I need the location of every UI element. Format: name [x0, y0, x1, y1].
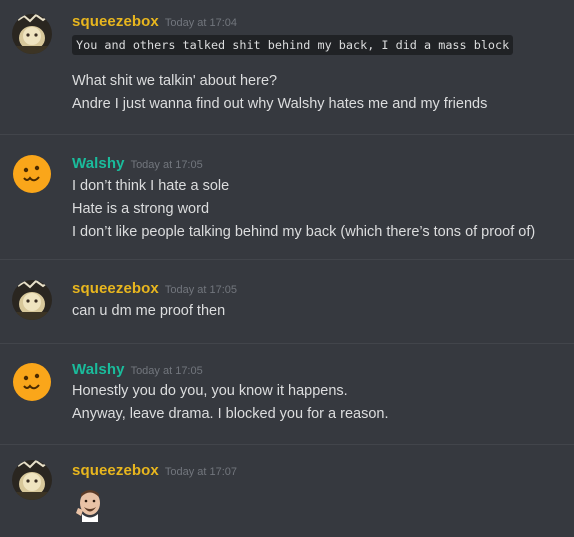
- message-group: squeezebox Today at 17:07: [0, 445, 574, 537]
- message-header: squeezebox Today at 17:04: [72, 13, 237, 31]
- message-text: I don’t like people talking behind my ba…: [72, 224, 536, 240]
- message-text: Hate is a strong word: [72, 201, 210, 217]
- message-text: can u dm me proof then: [72, 303, 226, 319]
- message-group: Walshy Today at 17:05 Honestly you do you…: [0, 344, 574, 444]
- message-group: squeezebox Today at 17:04 You and others …: [0, 0, 574, 134]
- message-header: squeezebox Today at 17:07: [72, 462, 237, 480]
- squeezebox-avatar-icon[interactable]: [12, 280, 52, 320]
- message-text: You and others talked shit behind my bac…: [72, 35, 514, 55]
- orange-blob-avatar-icon[interactable]: [12, 362, 52, 402]
- username[interactable]: squeezebox: [72, 462, 159, 479]
- username[interactable]: squeezebox: [72, 280, 159, 297]
- message-text: Anyway, leave drama. I blocked you for a…: [72, 406, 389, 422]
- orange-blob-avatar-icon[interactable]: [12, 154, 52, 194]
- timestamp: Today at 17:05: [130, 159, 203, 171]
- username[interactable]: squeezebox: [72, 13, 159, 30]
- message-text: What shit we talkin' about here?: [72, 73, 278, 89]
- message-text: Honestly you do you, you know it happens…: [72, 383, 348, 399]
- username[interactable]: Walshy: [72, 361, 125, 378]
- squeezebox-avatar-icon[interactable]: [12, 460, 52, 500]
- inline-code: You and others talked shit behind my bac…: [72, 35, 514, 55]
- message-group: Walshy Today at 17:05 I don’t think I hat…: [0, 135, 574, 259]
- message-header: Walshy Today at 17:05: [72, 361, 203, 379]
- squeezebox-avatar-icon[interactable]: [12, 14, 52, 54]
- chat-messages: squeezebox Today at 17:04 You and others …: [0, 0, 574, 537]
- message-text: Andre I just wanna find out why Walshy h…: [72, 96, 488, 112]
- timestamp: Today at 17:07: [164, 466, 238, 478]
- message-header: squeezebox Today at 17:05: [72, 280, 237, 298]
- face-emoji-icon[interactable]: [72, 486, 108, 522]
- timestamp: Today at 17:05: [164, 284, 238, 296]
- message-group: squeezebox Today at 17:05 can u dm me pro…: [0, 260, 574, 343]
- message-header: Walshy Today at 17:05: [72, 155, 203, 173]
- timestamp: Today at 17:05: [130, 365, 203, 377]
- username[interactable]: Walshy: [72, 155, 125, 172]
- message-text: I don’t think I hate a sole: [72, 178, 230, 194]
- timestamp: Today at 17:04: [164, 17, 238, 29]
